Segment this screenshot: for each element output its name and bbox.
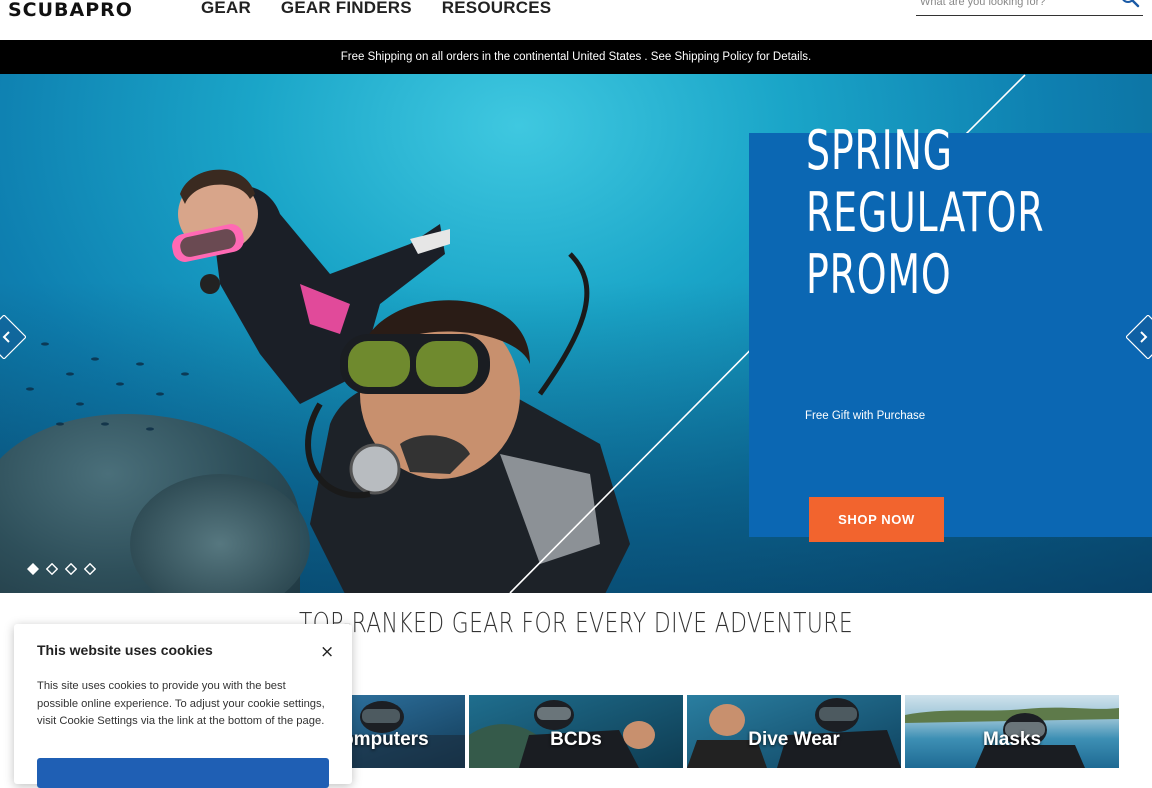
scubapro-logo[interactable]: SCUBAPRO [8,0,133,21]
carousel-dot-1[interactable] [27,563,39,575]
shipping-banner[interactable]: Free Shipping on all orders in the conti… [0,40,1152,74]
search-box [916,0,1143,16]
category-label-dive-wear: Dive Wear [748,729,840,750]
close-icon[interactable]: × [320,642,334,662]
promo-subtitle: Free Gift with Purchase [805,410,926,422]
promo-title: SPRING REGULATOR PROMO [806,120,1056,306]
nav-resources[interactable]: RESOURCES [442,0,552,18]
shop-now-button[interactable]: SHOP NOW [809,497,944,542]
cookie-message: This site uses cookies to provide you wi… [37,680,325,728]
carousel-dot-4[interactable] [84,563,96,575]
site-header: SCUBAPRO GEAR GEAR FINDERS RESOURCES [0,0,1152,40]
promo-title-line-1: SPRING [806,119,953,182]
cookie-banner: This website uses cookies × This site us… [14,624,352,788]
carousel-dot-2[interactable] [46,563,58,575]
category-tile-computers[interactable]: Computers [352,695,465,768]
category-tile-dive-wear[interactable]: Dive Wear [687,695,901,768]
search-input[interactable] [920,0,1110,10]
category-label-masks: Masks [982,729,1042,750]
category-tile-bcds[interactable]: BCDs [469,695,683,768]
promo-title-line-3: PROMO [806,243,952,306]
cookie-settings-button[interactable] [37,758,329,788]
cookie-title: This website uses cookies [37,642,213,658]
carousel-dot-3[interactable] [65,563,77,575]
category-tile-masks[interactable]: Masks [905,695,1119,768]
carousel-dots [27,563,96,575]
nav-gear[interactable]: GEAR [201,0,251,18]
carousel-next-icon[interactable] [1126,315,1152,359]
category-label-computers: Computers [352,729,429,750]
category-label-bcds: BCDs [550,729,602,750]
diver-foreground [305,252,630,593]
main-nav: GEAR GEAR FINDERS RESOURCES [201,0,551,18]
carousel-prev-icon[interactable] [0,315,26,359]
nav-gear-finders[interactable]: GEAR FINDERS [281,0,412,18]
promo-title-line-2: REGULATOR [806,181,1045,244]
search-icon[interactable] [1119,0,1141,12]
